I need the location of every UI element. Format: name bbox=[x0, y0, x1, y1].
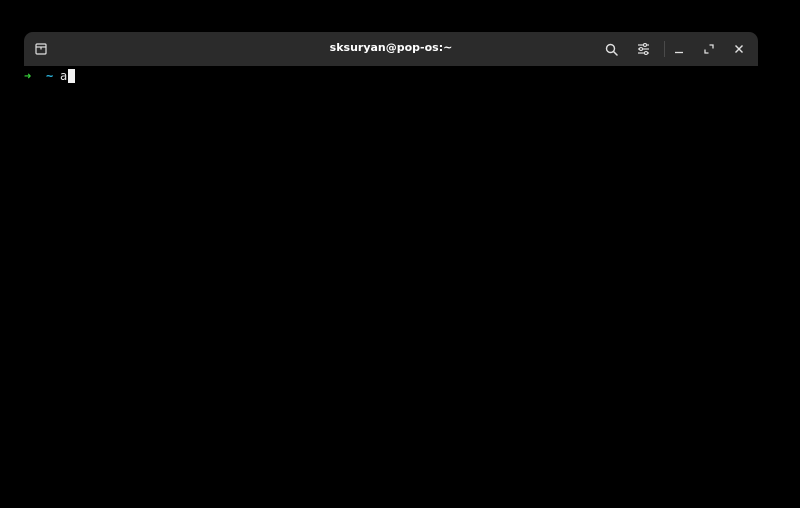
minimize-icon bbox=[675, 51, 683, 54]
new-tab-icon bbox=[35, 43, 47, 55]
prompt-arrow: ➜ bbox=[24, 69, 32, 83]
command-input[interactable]: a bbox=[60, 69, 67, 83]
search-icon bbox=[605, 43, 618, 56]
terminal-area[interactable]: ➜ ~ a bbox=[24, 66, 758, 508]
prompt-directory: ~ bbox=[46, 69, 54, 83]
minimize-button[interactable] bbox=[667, 37, 691, 61]
maximize-button[interactable] bbox=[697, 37, 721, 61]
titlebar-separator bbox=[664, 41, 665, 57]
menu-button[interactable] bbox=[631, 37, 655, 61]
terminal-window: sksuryan@pop-os:~ ➜ ~ a bbox=[24, 32, 758, 508]
titlebar[interactable]: sksuryan@pop-os:~ bbox=[24, 32, 758, 66]
new-tab-button[interactable] bbox=[29, 37, 53, 61]
prompt-line: ➜ ~ a bbox=[24, 68, 76, 84]
close-icon bbox=[735, 45, 743, 53]
maximize-icon bbox=[704, 44, 714, 54]
close-button[interactable] bbox=[727, 37, 751, 61]
menu-icon bbox=[637, 43, 649, 55]
search-button[interactable] bbox=[599, 37, 623, 61]
text-cursor bbox=[68, 69, 76, 83]
